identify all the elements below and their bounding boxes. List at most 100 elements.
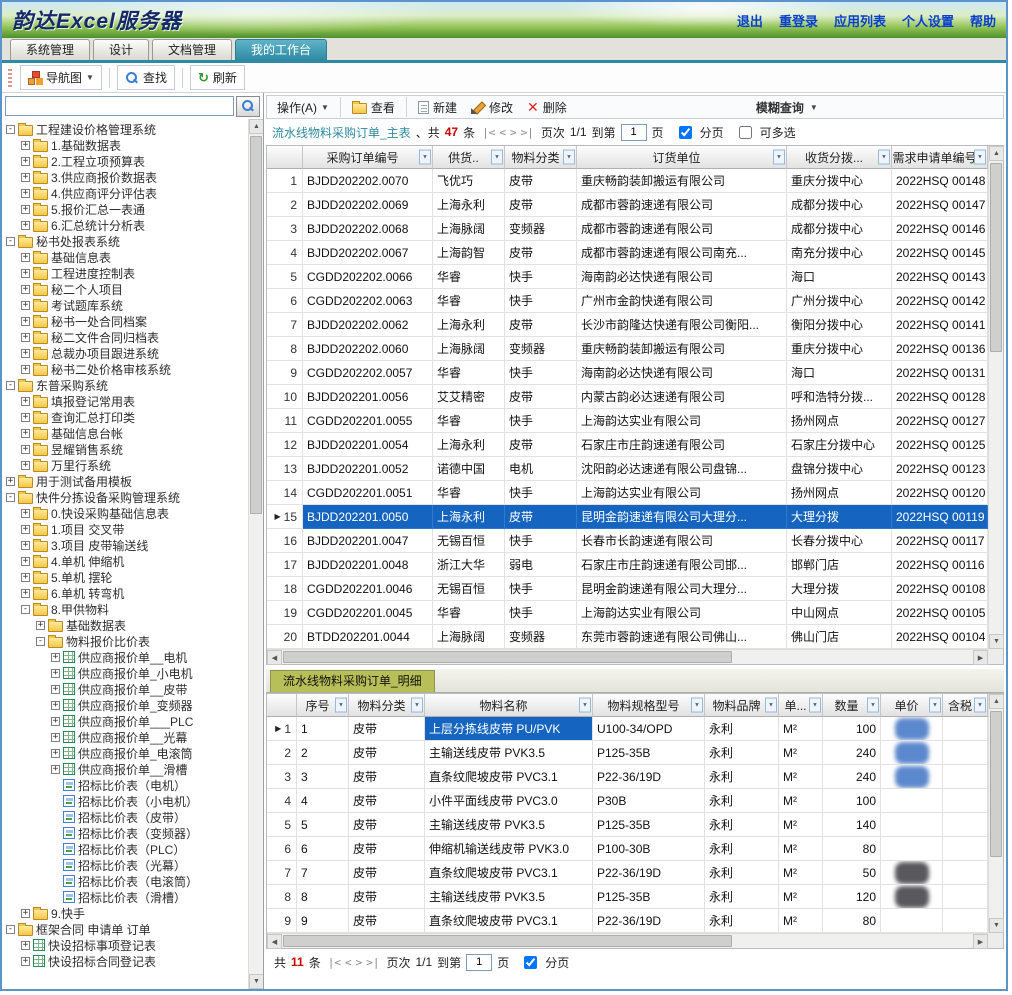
tree-item[interactable]: +4.供应商评分评估表: [4, 185, 248, 201]
table-row[interactable]: 9CGDD202202.0057华睿快手海南韵必达快递有限公司海口2022HSQ…: [267, 361, 988, 385]
expand-icon[interactable]: +: [21, 445, 30, 454]
expand-icon[interactable]: +: [21, 589, 30, 598]
tree-item[interactable]: +快设招标事项登记表: [4, 937, 248, 953]
table-row[interactable]: 44皮带小件平面线皮带 PVC3.0P30B永利M²100: [267, 789, 988, 813]
column-filter-dropdown-icon[interactable]: ▼: [563, 150, 575, 165]
column-filter-dropdown-icon[interactable]: ▼: [765, 698, 777, 713]
pager-prev-button[interactable]: <: [499, 126, 506, 139]
expand-icon[interactable]: +: [21, 541, 30, 550]
expand-icon[interactable]: +: [51, 749, 60, 758]
scrollbar-track[interactable]: [989, 709, 1003, 918]
expand-icon[interactable]: +: [21, 349, 30, 358]
column-header[interactable]: 物料品牌▼: [705, 694, 779, 717]
table-row[interactable]: 88皮带主输送线皮带 PVK3.5P125-35B永利M²120: [267, 885, 988, 909]
table-row[interactable]: 16BJDD202201.0047无锡百恒快手长春市长韵速递有限公司长春分拨中心…: [267, 529, 988, 553]
main-paging-checkbox[interactable]: [679, 126, 692, 139]
column-filter-dropdown-icon[interactable]: ▼: [491, 150, 503, 165]
column-header[interactable]: 订货单位▼: [577, 146, 787, 169]
column-header[interactable]: 单...▼: [779, 694, 823, 717]
collapse-icon[interactable]: -: [6, 237, 15, 246]
scroll-up-icon[interactable]: ▲: [989, 694, 1004, 709]
scrollbar-track[interactable]: [282, 650, 973, 664]
tree-item[interactable]: +秘书二处价格审核系统: [4, 361, 248, 377]
sidebar-scrollbar[interactable]: ▲ ▼: [248, 119, 263, 989]
tab-document-management[interactable]: 文档管理: [152, 39, 232, 60]
table-row[interactable]: 19CGDD202201.0045华睿快手上海韵达实业有限公司中山网点2022H…: [267, 601, 988, 625]
table-row[interactable]: 7BJDD202202.0062上海永利皮带长沙市韵隆达快递有限公司衡阳...衡…: [267, 313, 988, 337]
table-row[interactable]: 8BJDD202202.0060上海脉阔变频器重庆畅韵装卸搬运有限公司重庆分拨中…: [267, 337, 988, 361]
tree-item[interactable]: +0.快设采购基础信息表: [4, 505, 248, 521]
expand-icon[interactable]: +: [36, 621, 45, 630]
expand-icon[interactable]: +: [21, 317, 30, 326]
scrollbar-thumb[interactable]: [990, 711, 1002, 857]
column-header[interactable]: 数量▼: [823, 694, 881, 717]
pager-prev-button[interactable]: <: [345, 956, 352, 969]
detail-table-vscrollbar[interactable]: ▲ ▼: [988, 694, 1003, 933]
tab-system-management[interactable]: 系统管理: [10, 39, 90, 60]
view-button[interactable]: 查看: [346, 97, 401, 118]
expand-icon[interactable]: +: [21, 221, 30, 230]
scroll-left-icon[interactable]: ◀: [267, 650, 282, 665]
expand-icon[interactable]: +: [21, 509, 30, 518]
tab-design[interactable]: 设计: [93, 39, 149, 60]
expand-icon[interactable]: +: [21, 269, 30, 278]
tree-item[interactable]: +2.工程立项预算表: [4, 153, 248, 169]
find-button[interactable]: 查找: [117, 65, 175, 90]
tree-item[interactable]: -物料报价比价表: [4, 633, 248, 649]
expand-icon[interactable]: +: [21, 397, 30, 406]
tree-item[interactable]: +填报登记常用表: [4, 393, 248, 409]
table-row[interactable]: 5CGDD202202.0066华睿快手海南韵必达快递有限公司海口2022HSQ…: [267, 265, 988, 289]
scroll-down-icon[interactable]: ▼: [989, 918, 1004, 933]
tree-item[interactable]: -框架合同 申请单 订单: [4, 921, 248, 937]
tree-item[interactable]: -8.甲供物料: [4, 601, 248, 617]
collapse-icon[interactable]: -: [6, 125, 15, 134]
column-filter-dropdown-icon[interactable]: ▼: [773, 150, 785, 165]
expand-icon[interactable]: +: [21, 141, 30, 150]
tree-item[interactable]: +秘书一处合同档案: [4, 313, 248, 329]
tree-item[interactable]: +3.项目 皮带输送线: [4, 537, 248, 553]
detail-table-hscrollbar[interactable]: ◀ ▶: [267, 933, 988, 948]
table-row[interactable]: 14CGDD202201.0051华睿快手上海韵达实业有限公司扬州网点2022H…: [267, 481, 988, 505]
column-filter-dropdown-icon[interactable]: ▼: [411, 698, 423, 713]
column-filter-dropdown-icon[interactable]: ▼: [809, 698, 821, 713]
tree-item[interactable]: -工程建设价格管理系统: [4, 121, 248, 137]
column-header[interactable]: 收货分拨...▼: [787, 146, 892, 169]
table-row[interactable]: 55皮带主输送线皮带 PVK3.5P125-35B永利M²140: [267, 813, 988, 837]
expand-icon[interactable]: +: [21, 253, 30, 262]
tree-item[interactable]: +用于测试备用模板: [4, 473, 248, 489]
link-personal-settings[interactable]: 个人设置: [902, 11, 954, 30]
scroll-right-icon[interactable]: ▶: [973, 650, 988, 665]
column-header[interactable]: 物料分类▼: [505, 146, 577, 169]
expand-icon[interactable]: +: [51, 765, 60, 774]
tree-item[interactable]: +供应商报价单__皮带: [4, 681, 248, 697]
scroll-down-icon[interactable]: ▼: [249, 974, 263, 989]
expand-icon[interactable]: +: [21, 957, 30, 966]
link-logout[interactable]: 退出: [737, 11, 763, 30]
tree-item[interactable]: +5.报价汇总一表通: [4, 201, 248, 217]
expand-icon[interactable]: +: [21, 909, 30, 918]
collapse-icon[interactable]: -: [6, 381, 15, 390]
expand-icon[interactable]: +: [21, 189, 30, 198]
operation-menu-button[interactable]: 操作(A) ▼: [271, 97, 335, 118]
scrollbar-thumb[interactable]: [283, 935, 732, 947]
scrollbar-thumb[interactable]: [250, 136, 262, 514]
tree-search-input[interactable]: [5, 96, 234, 116]
tree-item[interactable]: -快件分拣设备采购管理系统: [4, 489, 248, 505]
collapse-icon[interactable]: -: [6, 925, 15, 934]
modify-button[interactable]: 修改: [465, 97, 519, 118]
tree-item[interactable]: 招标比价表（滑槽）: [4, 889, 248, 905]
column-header[interactable]: 采购订单编号▼: [303, 146, 433, 169]
tree-item[interactable]: +6.汇总统计分析表: [4, 217, 248, 233]
column-filter-dropdown-icon[interactable]: ▼: [974, 698, 986, 713]
main-table-hscrollbar[interactable]: ◀ ▶: [267, 649, 988, 664]
scroll-left-icon[interactable]: ◀: [267, 934, 282, 949]
expand-icon[interactable]: +: [51, 685, 60, 694]
scroll-up-icon[interactable]: ▲: [989, 146, 1004, 161]
table-row[interactable]: 3BJDD202202.0068上海脉阔变频器成都市蓉韵速递有限公司成都分拨中心…: [267, 217, 988, 241]
expand-icon[interactable]: +: [51, 653, 60, 662]
table-row[interactable]: 33皮带直条纹爬坡皮带 PVC3.1P22-36/19D永利M²240: [267, 765, 988, 789]
expand-icon[interactable]: +: [51, 669, 60, 678]
table-row[interactable]: 1BJDD202202.0070飞优巧皮带重庆畅韵装卸搬运有限公司重庆分拨中心2…: [267, 169, 988, 193]
tree-item[interactable]: +1.基础数据表: [4, 137, 248, 153]
link-relogin[interactable]: 重登录: [779, 11, 818, 30]
